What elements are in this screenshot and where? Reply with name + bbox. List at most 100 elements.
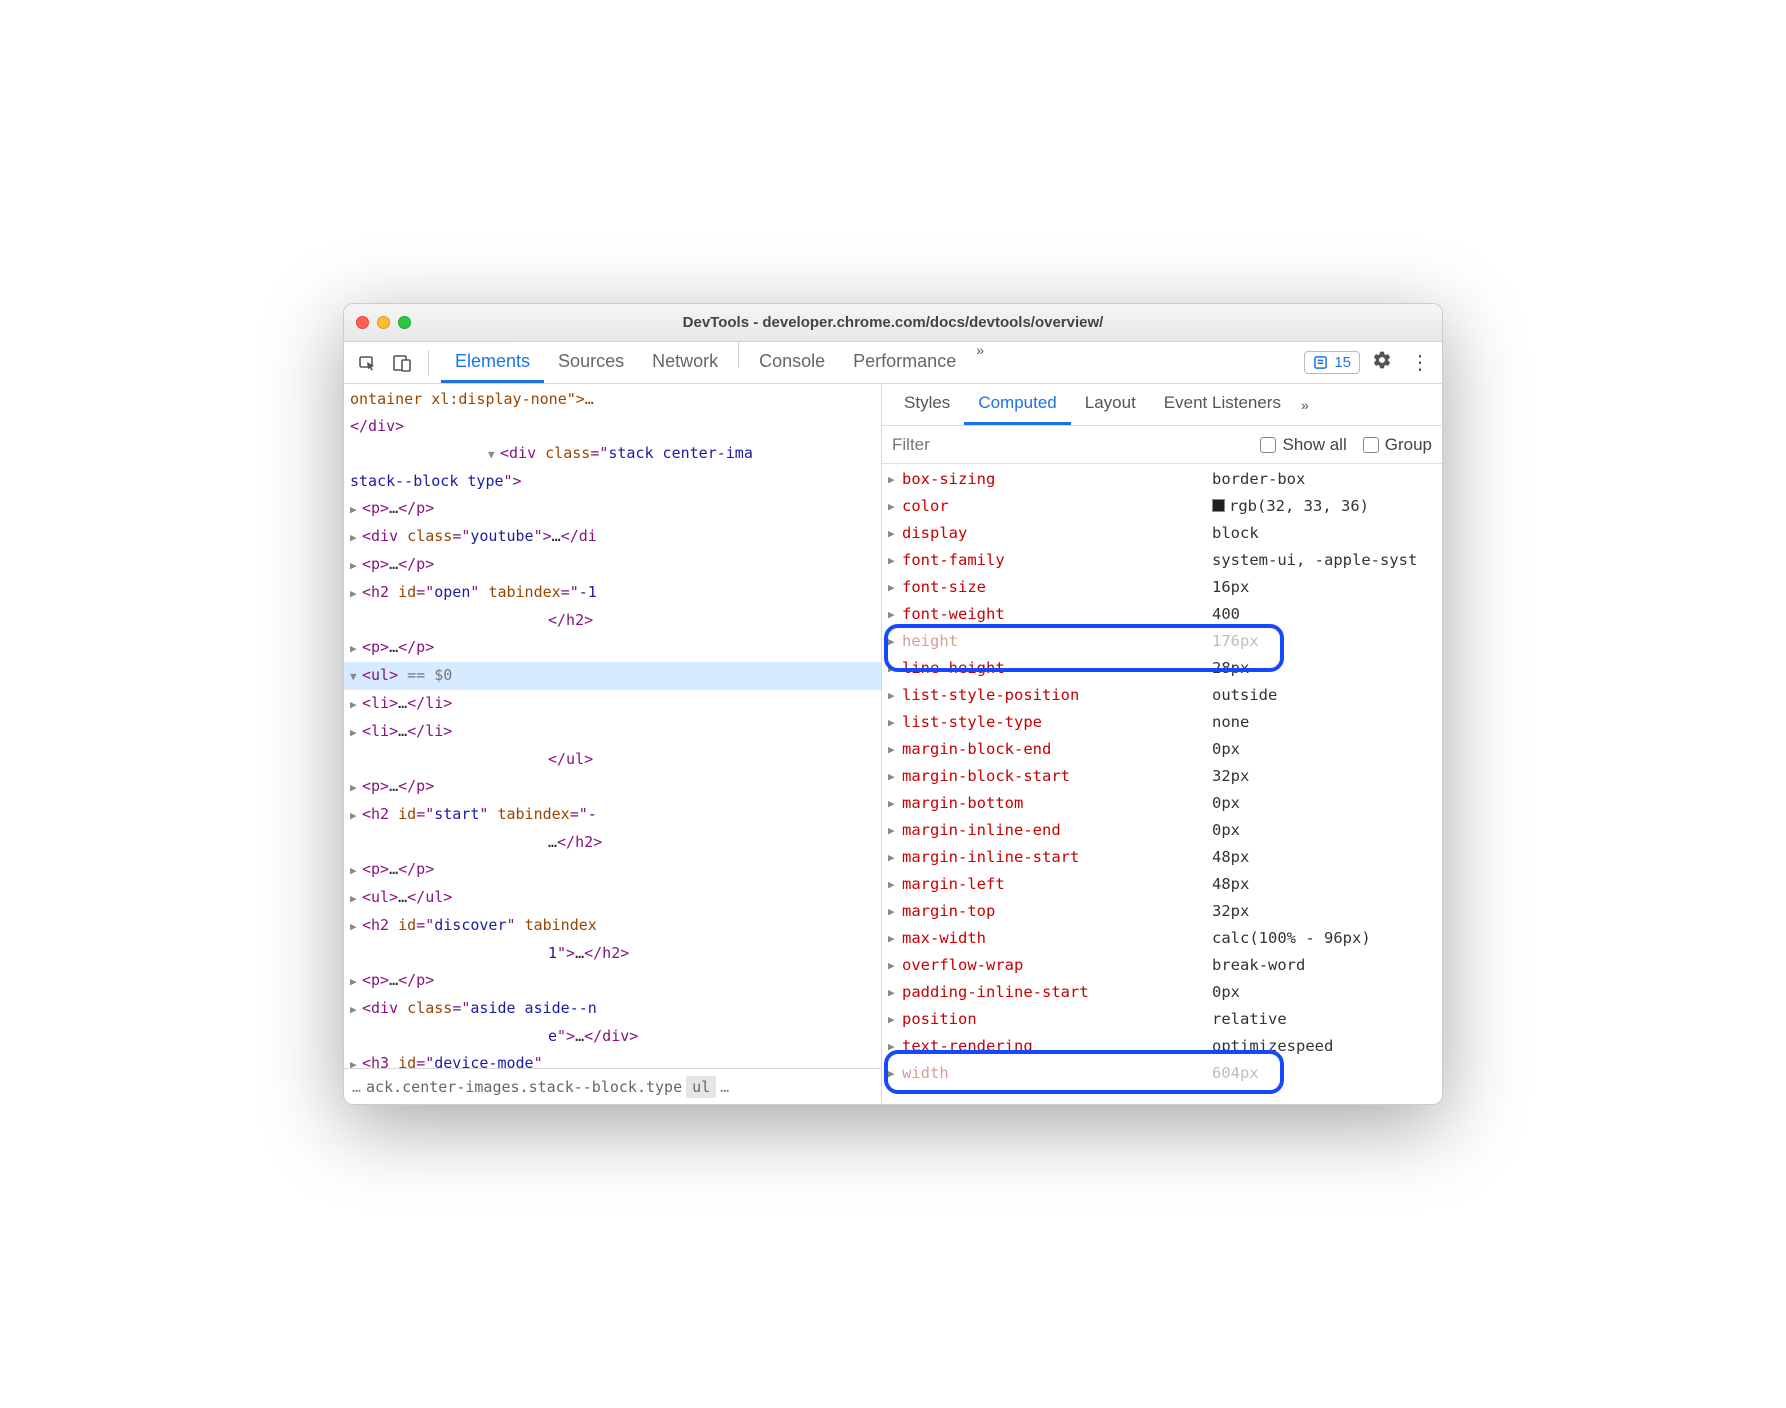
tab-network[interactable]: Network bbox=[638, 342, 732, 383]
expand-toggle-icon[interactable] bbox=[888, 1033, 902, 1060]
breadcrumb-bar[interactable]: … ack.center-images.stack--block.type ul… bbox=[344, 1068, 881, 1104]
computed-property-row[interactable]: text-renderingoptimizespeed bbox=[882, 1033, 1442, 1060]
expand-toggle-icon[interactable] bbox=[350, 857, 362, 884]
dom-node-p[interactable]: <p>…</p> bbox=[344, 634, 881, 662]
dom-tree[interactable]: ontainer xl:display-none">… </div> <div … bbox=[344, 384, 881, 1068]
issues-button[interactable]: 15 bbox=[1304, 351, 1360, 374]
dom-node-p[interactable]: <p>…</p> bbox=[344, 773, 881, 801]
dom-node-fragment[interactable]: ontainer xl:display-none">… bbox=[344, 386, 881, 413]
expand-toggle-icon[interactable] bbox=[350, 663, 362, 690]
dom-node-li[interactable]: <li>…</li> bbox=[344, 718, 881, 746]
computed-property-row[interactable]: margin-top32px bbox=[882, 898, 1442, 925]
expand-toggle-icon[interactable] bbox=[350, 996, 362, 1023]
expand-toggle-icon[interactable] bbox=[888, 1060, 902, 1087]
expand-toggle-icon[interactable] bbox=[350, 1051, 362, 1068]
expand-toggle-icon[interactable] bbox=[888, 493, 902, 520]
expand-toggle-icon[interactable] bbox=[888, 790, 902, 817]
computed-property-row[interactable]: margin-block-start32px bbox=[882, 763, 1442, 790]
computed-property-row[interactable]: line-height28px bbox=[882, 655, 1442, 682]
tab-elements[interactable]: Elements bbox=[441, 342, 544, 383]
expand-toggle-icon[interactable] bbox=[350, 580, 362, 607]
computed-property-row[interactable]: positionrelative bbox=[882, 1006, 1442, 1033]
expand-toggle-icon[interactable] bbox=[888, 574, 902, 601]
more-subtabs-chevron-icon[interactable]: » bbox=[1295, 384, 1315, 425]
expand-toggle-icon[interactable] bbox=[888, 817, 902, 844]
expand-toggle-icon[interactable] bbox=[888, 952, 902, 979]
dom-node-div-aside[interactable]: <div class="aside aside--n bbox=[344, 995, 881, 1023]
inspect-element-icon[interactable] bbox=[354, 349, 382, 377]
dom-node-close[interactable]: </div> bbox=[344, 413, 881, 440]
dom-node-ul[interactable]: <ul>…</ul> bbox=[344, 884, 881, 912]
show-all-checkbox[interactable]: Show all bbox=[1260, 435, 1346, 455]
dom-node-h2-open[interactable]: <h2 id="open" tabindex="-1 bbox=[344, 579, 881, 607]
dom-node-div-stack[interactable]: <div class="stack center-ima bbox=[344, 440, 881, 468]
group-checkbox[interactable]: Group bbox=[1363, 435, 1432, 455]
dom-node-continuation[interactable]: stack--block type"> bbox=[344, 468, 881, 495]
breadcrumb-item-selected[interactable]: ul bbox=[686, 1076, 716, 1098]
computed-property-row[interactable]: box-sizingborder-box bbox=[882, 466, 1442, 493]
computed-property-row[interactable]: displayblock bbox=[882, 520, 1442, 547]
dom-node-div-youtube[interactable]: <div class="youtube">…</di bbox=[344, 523, 881, 551]
dom-node-ul-selected[interactable]: ⋯ <ul> == $0 bbox=[344, 662, 881, 690]
settings-gear-icon[interactable] bbox=[1366, 350, 1398, 376]
breadcrumb-item[interactable]: ack.center-images.stack--block.type bbox=[366, 1078, 682, 1096]
expand-toggle-icon[interactable] bbox=[350, 635, 362, 662]
tab-computed[interactable]: Computed bbox=[964, 384, 1070, 425]
expand-toggle-icon[interactable] bbox=[350, 913, 362, 940]
dom-node-h3-device-mode[interactable]: <h3 id="device-mode" bbox=[344, 1050, 881, 1068]
breadcrumb-overflow-icon[interactable]: … bbox=[720, 1078, 730, 1096]
expand-toggle-icon[interactable] bbox=[350, 774, 362, 801]
dom-node-p[interactable]: <p>…</p> bbox=[344, 856, 881, 884]
dom-node-p[interactable]: <p>…</p> bbox=[344, 967, 881, 995]
kebab-menu-icon[interactable]: ⋮ bbox=[1404, 350, 1436, 375]
computed-properties-list[interactable]: box-sizingborder-boxcolorrgb(32, 33, 36)… bbox=[882, 464, 1442, 1104]
computed-property-row[interactable]: margin-block-end0px bbox=[882, 736, 1442, 763]
tab-layout[interactable]: Layout bbox=[1071, 384, 1150, 425]
expand-toggle-icon[interactable] bbox=[888, 520, 902, 547]
computed-property-row[interactable]: font-weight400 bbox=[882, 601, 1442, 628]
expand-toggle-icon[interactable] bbox=[888, 466, 902, 493]
expand-toggle-icon[interactable] bbox=[888, 1006, 902, 1033]
expand-toggle-icon[interactable] bbox=[888, 925, 902, 952]
expand-toggle-icon[interactable] bbox=[888, 871, 902, 898]
expand-toggle-icon[interactable] bbox=[888, 979, 902, 1006]
dom-node-h2-discover[interactable]: <h2 id="discover" tabindex bbox=[344, 912, 881, 940]
expand-toggle-icon[interactable] bbox=[888, 655, 902, 682]
computed-property-row[interactable]: overflow-wrapbreak-word bbox=[882, 952, 1442, 979]
expand-toggle-icon[interactable] bbox=[888, 547, 902, 574]
expand-toggle-icon[interactable] bbox=[350, 552, 362, 579]
expand-toggle-icon[interactable] bbox=[888, 682, 902, 709]
expand-toggle-icon[interactable] bbox=[350, 719, 362, 746]
computed-property-row[interactable]: margin-left48px bbox=[882, 871, 1442, 898]
expand-toggle-icon[interactable] bbox=[488, 441, 500, 468]
dom-node-p[interactable]: <p>…</p> bbox=[344, 495, 881, 523]
expand-toggle-icon[interactable] bbox=[888, 736, 902, 763]
dom-node-continuation[interactable]: 1">…</h2> bbox=[344, 940, 881, 967]
expand-toggle-icon[interactable] bbox=[350, 691, 362, 718]
breadcrumb-overflow-icon[interactable]: … bbox=[352, 1078, 362, 1096]
computed-property-row[interactable]: colorrgb(32, 33, 36) bbox=[882, 493, 1442, 520]
expand-toggle-icon[interactable] bbox=[888, 709, 902, 736]
toggle-device-icon[interactable] bbox=[388, 349, 416, 377]
dom-node-li[interactable]: <li>…</li> bbox=[344, 690, 881, 718]
expand-toggle-icon[interactable] bbox=[350, 496, 362, 523]
tab-console[interactable]: Console bbox=[745, 342, 839, 383]
expand-toggle-icon[interactable] bbox=[888, 628, 902, 655]
dom-node-continuation[interactable]: …</h2> bbox=[344, 829, 881, 856]
computed-property-row[interactable]: margin-bottom0px bbox=[882, 790, 1442, 817]
filter-input[interactable] bbox=[892, 435, 1244, 455]
dom-node-p[interactable]: <p>…</p> bbox=[344, 551, 881, 579]
computed-property-row[interactable]: list-style-typenone bbox=[882, 709, 1442, 736]
computed-property-row[interactable]: font-familysystem-ui, -apple-syst bbox=[882, 547, 1442, 574]
tab-performance[interactable]: Performance bbox=[839, 342, 970, 383]
computed-property-row[interactable]: font-size16px bbox=[882, 574, 1442, 601]
computed-property-row[interactable]: width604px bbox=[882, 1060, 1442, 1087]
expand-toggle-icon[interactable] bbox=[888, 601, 902, 628]
expand-toggle-icon[interactable] bbox=[888, 763, 902, 790]
dom-node-continuation[interactable]: </h2> bbox=[344, 607, 881, 634]
expand-toggle-icon[interactable] bbox=[888, 844, 902, 871]
tab-sources[interactable]: Sources bbox=[544, 342, 638, 383]
expand-toggle-icon[interactable] bbox=[350, 802, 362, 829]
computed-property-row[interactable]: max-widthcalc(100% - 96px) bbox=[882, 925, 1442, 952]
tab-styles[interactable]: Styles bbox=[890, 384, 964, 425]
